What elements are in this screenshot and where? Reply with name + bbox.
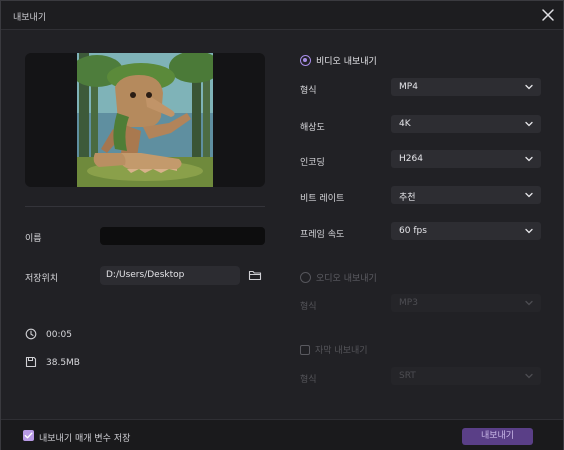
bitrate-value: 추천 [399,193,416,203]
audio-radio-indicator [300,272,311,283]
video-export-radio[interactable]: 비디오 내보내기 [300,54,377,67]
file-size-text: 38.5MB [46,358,80,368]
chevron-down-icon [525,121,533,127]
dialog-footer: 내보내기 매개 변수 저장 내보내기 [1,419,563,450]
resolution-value: 4K [399,119,411,129]
format-value: MP4 [399,82,418,92]
name-label: 이름 [25,234,42,244]
format-select[interactable]: MP4 [391,78,541,96]
resolution-label: 해상도 [300,123,325,133]
clock-icon [25,328,37,340]
audio-export-radio[interactable]: 오디오 내보내기 [300,271,377,284]
close-icon [542,9,554,21]
title-bar: 내보내기 [1,1,563,30]
subtitle-format-label: 형식 [300,375,317,385]
subtitle-checkbox-box [300,344,310,355]
bitrate-select[interactable]: 추천 [391,186,541,204]
export-button[interactable]: 내보내기 [462,428,533,445]
dialog-title: 내보내기 [13,13,47,23]
browse-folder-button[interactable] [248,268,262,282]
checkmark-icon [24,432,33,439]
bitrate-label: 비트 레이트 [300,194,345,204]
duration-text: 00:05 [46,330,72,340]
video-export-label: 비디오 내보내기 [316,57,377,67]
framerate-label: 프레임 속도 [300,230,345,240]
preview-divider [25,206,265,207]
file-size-icon [25,356,37,368]
chevron-down-icon [525,156,533,162]
encoding-select[interactable]: H264 [391,150,541,168]
audio-format-value: MP3 [399,298,418,308]
framerate-value: 60 fps [399,226,427,236]
location-label: 저장위치 [25,274,59,284]
encoding-value: H264 [399,154,423,164]
subtitle-format-value: SRT [399,371,416,381]
remember-settings-label: 내보내기 매개 변수 저장 [39,434,131,444]
preview-thumbnail [77,53,213,187]
export-dialog: 내보내기 이름 저장위치 D:/Users/Desktop 00:05 38.5… [0,0,564,450]
remember-settings-checkbox[interactable] [23,430,34,441]
encoding-label: 인코딩 [300,158,325,168]
folder-icon [248,270,262,281]
subtitle-export-label: 자막 내보내기 [315,346,368,356]
framerate-select[interactable]: 60 fps [391,222,541,240]
audio-export-label: 오디오 내보내기 [316,274,377,284]
subtitle-format-select: SRT [391,367,541,385]
audio-format-select: MP3 [391,294,541,312]
subtitle-export-checkbox[interactable]: 자막 내보내기 [300,343,368,356]
format-label: 형식 [300,86,317,96]
video-preview [25,53,265,187]
close-button[interactable] [539,6,557,24]
chevron-down-icon [525,373,533,379]
location-path[interactable]: D:/Users/Desktop [100,266,240,285]
chevron-down-icon [525,84,533,90]
chevron-down-icon [525,300,533,306]
video-radio-indicator [300,55,311,66]
chevron-down-icon [525,228,533,234]
resolution-select[interactable]: 4K [391,115,541,133]
chevron-down-icon [525,192,533,198]
audio-format-label: 형식 [300,302,317,312]
name-input[interactable] [100,227,265,245]
